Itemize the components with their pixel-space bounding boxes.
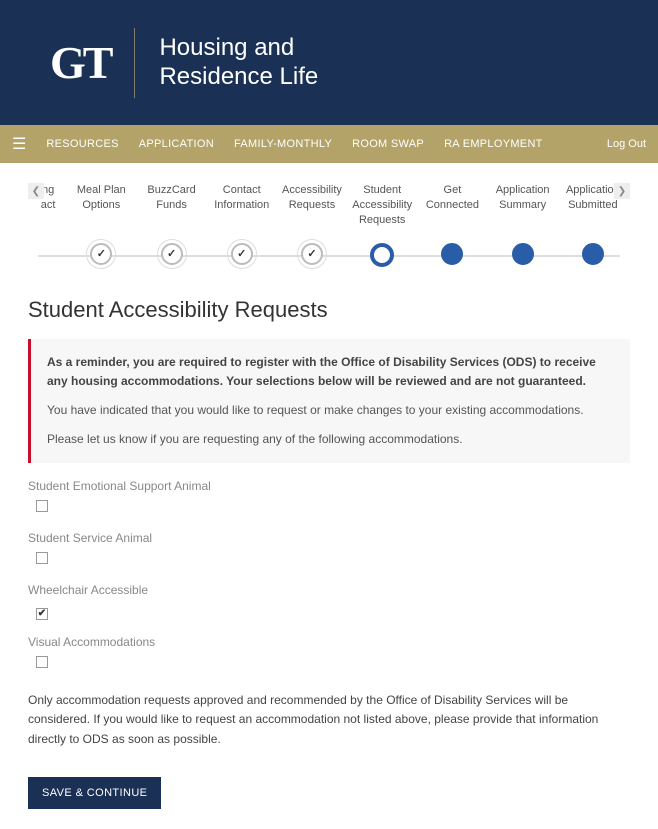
- step-label-contact[interactable]: ContactInformation: [210, 183, 274, 228]
- step-track: [28, 243, 630, 267]
- main-content: ❮ ❯ ng act Meal PlanOptions BuzzCardFund…: [0, 163, 658, 829]
- logout-link[interactable]: Log Out: [607, 138, 646, 150]
- alert-p1: You have indicated that you would like t…: [47, 401, 614, 420]
- checkbox-esa[interactable]: [36, 500, 48, 512]
- checkbox-visual[interactable]: [36, 656, 48, 668]
- checkbox-service-animal[interactable]: [36, 552, 48, 564]
- nav-resources[interactable]: RESOURCES: [46, 138, 118, 150]
- step-circle-partial: [33, 243, 63, 267]
- steps-scroll-left-button[interactable]: ❮: [28, 183, 44, 199]
- page-title: Student Accessibility Requests: [28, 297, 630, 323]
- site-title: Housing and Residence Life: [159, 34, 318, 92]
- footer-note: Only accommodation requests approved and…: [28, 691, 630, 749]
- label-visual: Visual Accommodations: [28, 635, 630, 649]
- step-circle-contact[interactable]: [231, 243, 253, 265]
- step-label-get-connected[interactable]: GetConnected: [420, 183, 484, 228]
- step-circles: [30, 243, 628, 267]
- step-label-buzzcard[interactable]: BuzzCardFunds: [140, 183, 204, 228]
- save-continue-button[interactable]: SAVE & CONTINUE: [28, 777, 161, 809]
- step-label-accessibility[interactable]: AccessibilityRequests: [280, 183, 344, 228]
- step-circle-buzzcard[interactable]: [161, 243, 183, 265]
- field-visual: Visual Accommodations: [28, 635, 630, 673]
- label-wheelchair: Wheelchair Accessible: [28, 583, 630, 597]
- nav-room-swap[interactable]: ROOM SWAP: [352, 138, 424, 150]
- nav-left: ☰ RESOURCES APPLICATION FAMILY-MONTHLY R…: [12, 134, 543, 154]
- step-circle-student-accessibility[interactable]: [370, 243, 394, 267]
- field-wheelchair: Wheelchair Accessible ✔: [28, 583, 630, 621]
- step-circle-meal-plan[interactable]: [90, 243, 112, 265]
- site-title-line1: Housing and: [159, 34, 294, 61]
- label-esa: Student Emotional Support Animal: [28, 479, 630, 493]
- step-label-summary[interactable]: ApplicationSummary: [491, 183, 555, 228]
- step-circle-get-connected[interactable]: [441, 243, 463, 265]
- checkbox-wheelchair[interactable]: ✔: [36, 608, 48, 620]
- label-service-animal: Student Service Animal: [28, 531, 630, 545]
- field-emotional-support-animal: Student Emotional Support Animal: [28, 479, 630, 517]
- logo-block: GT Housing and Residence Life: [50, 28, 318, 98]
- hamburger-icon[interactable]: ☰: [12, 134, 26, 154]
- main-navbar: ☰ RESOURCES APPLICATION FAMILY-MONTHLY R…: [0, 125, 658, 163]
- step-circle-submitted[interactable]: [582, 243, 604, 265]
- progress-stepper: ❮ ❯ ng act Meal PlanOptions BuzzCardFund…: [28, 183, 630, 267]
- step-labels: ng act Meal PlanOptions BuzzCardFunds Co…: [30, 183, 628, 228]
- site-header: GT Housing and Residence Life: [0, 0, 658, 125]
- step-label-meal-plan[interactable]: Meal PlanOptions: [69, 183, 133, 228]
- step-label-student-accessibility[interactable]: StudentAccessibilityRequests: [350, 183, 414, 228]
- nav-ra-employment[interactable]: RA EMPLOYMENT: [444, 138, 543, 150]
- reminder-alert: As a reminder, you are required to regis…: [28, 339, 630, 464]
- gt-logo: GT: [50, 36, 110, 89]
- nav-application[interactable]: APPLICATION: [139, 138, 214, 150]
- partial-line2: act: [41, 199, 56, 211]
- steps-scroll-right-button[interactable]: ❯: [614, 183, 630, 199]
- alert-p2: Please let us know if you are requesting…: [47, 430, 614, 449]
- nav-family-monthly[interactable]: FAMILY-MONTHLY: [234, 138, 332, 150]
- site-title-line2: Residence Life: [159, 63, 318, 90]
- alert-bold: As a reminder, you are required to regis…: [47, 353, 614, 391]
- step-circle-accessibility[interactable]: [301, 243, 323, 265]
- field-service-animal: Student Service Animal: [28, 531, 630, 569]
- header-divider: [134, 28, 135, 98]
- step-circle-summary[interactable]: [512, 243, 534, 265]
